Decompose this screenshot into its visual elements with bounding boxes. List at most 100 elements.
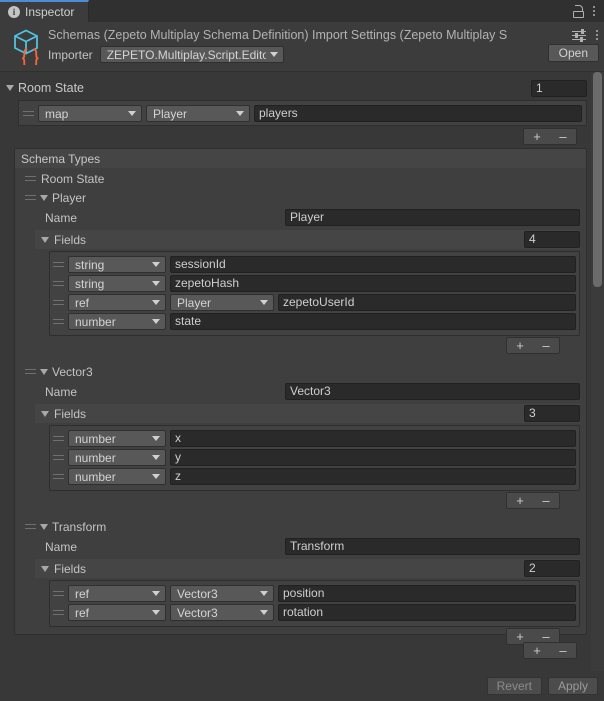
drag-handle-icon[interactable] [25, 175, 36, 183]
field-remove-button[interactable]: – [533, 338, 559, 353]
field-name-field[interactable]: sessionId [170, 256, 576, 273]
fields-reorderable-list: number x number y number z [49, 425, 580, 491]
room-state-add-remove-bar: + – [477, 128, 577, 145]
fields-count-field[interactable]: 3 [524, 405, 580, 422]
schema-type-block: Vector3 Name Vector3 Fields 3 number x number y n… [15, 360, 586, 509]
field-ref-value: Vector3 [177, 586, 218, 601]
field-add-button[interactable]: + [507, 338, 533, 353]
field-name-field[interactable]: x [170, 430, 576, 447]
schema-type-name-field[interactable]: Transform [285, 538, 580, 555]
field-type-dropdown[interactable]: string [68, 256, 166, 273]
kebab-menu-icon[interactable] [592, 4, 596, 18]
field-remove-button[interactable]: – [533, 493, 559, 508]
field-type-dropdown[interactable]: ref [68, 585, 166, 602]
tab-inspector[interactable]: i Inspector [0, 0, 90, 22]
field-type-value: number [75, 469, 116, 484]
schema-type-title: Player [52, 191, 87, 205]
fields-add-remove-box: + – [506, 492, 560, 509]
revert-button[interactable]: Revert [486, 677, 542, 695]
schema-type-title-row[interactable]: Player [15, 188, 586, 207]
vertical-scrollbar-thumb[interactable] [593, 72, 602, 287]
schema-types-add-button[interactable]: + [524, 643, 550, 658]
drag-handle-icon[interactable] [53, 609, 64, 617]
field-type-dropdown[interactable]: number [68, 430, 166, 447]
room-state-remove-button[interactable]: – [550, 129, 576, 144]
chevron-down-icon [152, 262, 160, 267]
drag-handle-icon[interactable] [53, 318, 64, 326]
apply-button[interactable]: Apply [547, 677, 598, 695]
entry-name-field[interactable]: players [254, 105, 582, 122]
fields-count-field[interactable]: 2 [524, 560, 580, 577]
drag-handle-icon[interactable] [53, 454, 64, 462]
field-ref-dropdown[interactable]: Player [170, 294, 274, 311]
schema-type-title-row[interactable]: Vector3 [15, 362, 586, 381]
value-type-dropdown[interactable]: Player [146, 105, 250, 122]
drag-handle-icon[interactable] [25, 523, 36, 531]
drag-handle-icon[interactable] [53, 435, 64, 443]
drag-handle-icon[interactable] [53, 473, 64, 481]
field-name-field[interactable]: state [170, 313, 576, 330]
collection-type-dropdown[interactable]: map [38, 105, 142, 122]
field-name-field[interactable]: zepetoUserId [278, 294, 576, 311]
room-state-foldout[interactable]: Room State [6, 81, 84, 95]
vertical-scrollbar[interactable] [591, 72, 604, 671]
asset-kebab-menu-icon[interactable] [595, 28, 599, 42]
fields-reorderable-list: string sessionId string zepetoHash ref Player… [49, 251, 580, 336]
field-row: number x [53, 429, 576, 448]
fields-foldout-row[interactable]: Fields 3 [35, 404, 580, 423]
field-name-field[interactable]: z [170, 468, 576, 485]
schema-type-root-item[interactable]: Room State [15, 168, 586, 186]
fields-label: Fields [54, 406, 87, 421]
room-state-foldout-row[interactable]: Room State 1 [6, 78, 587, 98]
script-cube-icon [10, 27, 44, 69]
field-ref-dropdown[interactable]: Vector3 [170, 604, 274, 621]
importer-label: Importer [48, 47, 93, 62]
room-state-add-button[interactable]: + [524, 129, 550, 144]
chevron-down-icon [152, 455, 160, 460]
drag-handle-icon[interactable] [53, 299, 64, 307]
field-ref-dropdown[interactable]: Vector3 [170, 585, 274, 602]
room-state-count-field[interactable]: 1 [531, 79, 587, 97]
importer-dropdown[interactable]: ZEPETO.Multiplay.Script.Editor.Z [99, 46, 284, 63]
field-name-field[interactable]: position [278, 585, 576, 602]
drag-handle-icon[interactable] [25, 368, 36, 376]
field-add-button[interactable]: + [507, 493, 533, 508]
field-type-dropdown[interactable]: number [68, 468, 166, 485]
inspector-content: Room State 1 map Player players + – Sche… [0, 72, 591, 671]
field-type-dropdown[interactable]: number [68, 313, 166, 330]
field-name-field[interactable]: rotation [278, 604, 576, 621]
preset-settings-icon[interactable] [572, 29, 586, 42]
field-type-dropdown[interactable]: ref [68, 294, 166, 311]
fields-add-remove-bar: + – [15, 337, 560, 354]
drag-handle-icon[interactable] [53, 590, 64, 598]
chevron-down-icon [152, 436, 160, 441]
field-type-dropdown[interactable]: number [68, 449, 166, 466]
field-row: number y [53, 448, 576, 467]
lock-icon[interactable] [573, 4, 584, 18]
schema-type-title-row[interactable]: Transform [15, 517, 586, 536]
schema-types-header-label: Schema Types [21, 151, 101, 166]
schema-type-name-field[interactable]: Vector3 [285, 383, 580, 400]
chevron-down-icon [152, 319, 160, 324]
schema-type-name-field[interactable]: Player [285, 209, 580, 226]
field-type-dropdown[interactable]: ref [68, 604, 166, 621]
drag-handle-icon[interactable] [23, 110, 34, 118]
drag-handle-icon[interactable] [53, 261, 64, 269]
schema-type-name-row: Name Transform [15, 536, 586, 557]
chevron-down-icon [152, 591, 160, 596]
field-name-field[interactable]: y [170, 449, 576, 466]
drag-handle-icon[interactable] [53, 280, 64, 288]
schema-types-remove-button[interactable]: – [550, 643, 576, 658]
fields-count-field[interactable]: 4 [524, 231, 580, 248]
field-type-dropdown[interactable]: string [68, 275, 166, 292]
chevron-down-icon [40, 369, 48, 375]
room-state-entry-row: map Player players [19, 101, 586, 122]
chevron-down-icon [152, 610, 160, 615]
fields-foldout-row[interactable]: Fields 2 [35, 559, 580, 578]
drag-handle-icon[interactable] [25, 194, 36, 202]
room-state-add-remove-box: + – [523, 128, 577, 145]
field-name-field[interactable]: zepetoHash [170, 275, 576, 292]
schema-type-title: Vector3 [52, 365, 93, 379]
open-button[interactable]: Open [547, 44, 599, 62]
fields-foldout-row[interactable]: Fields 4 [35, 230, 580, 249]
